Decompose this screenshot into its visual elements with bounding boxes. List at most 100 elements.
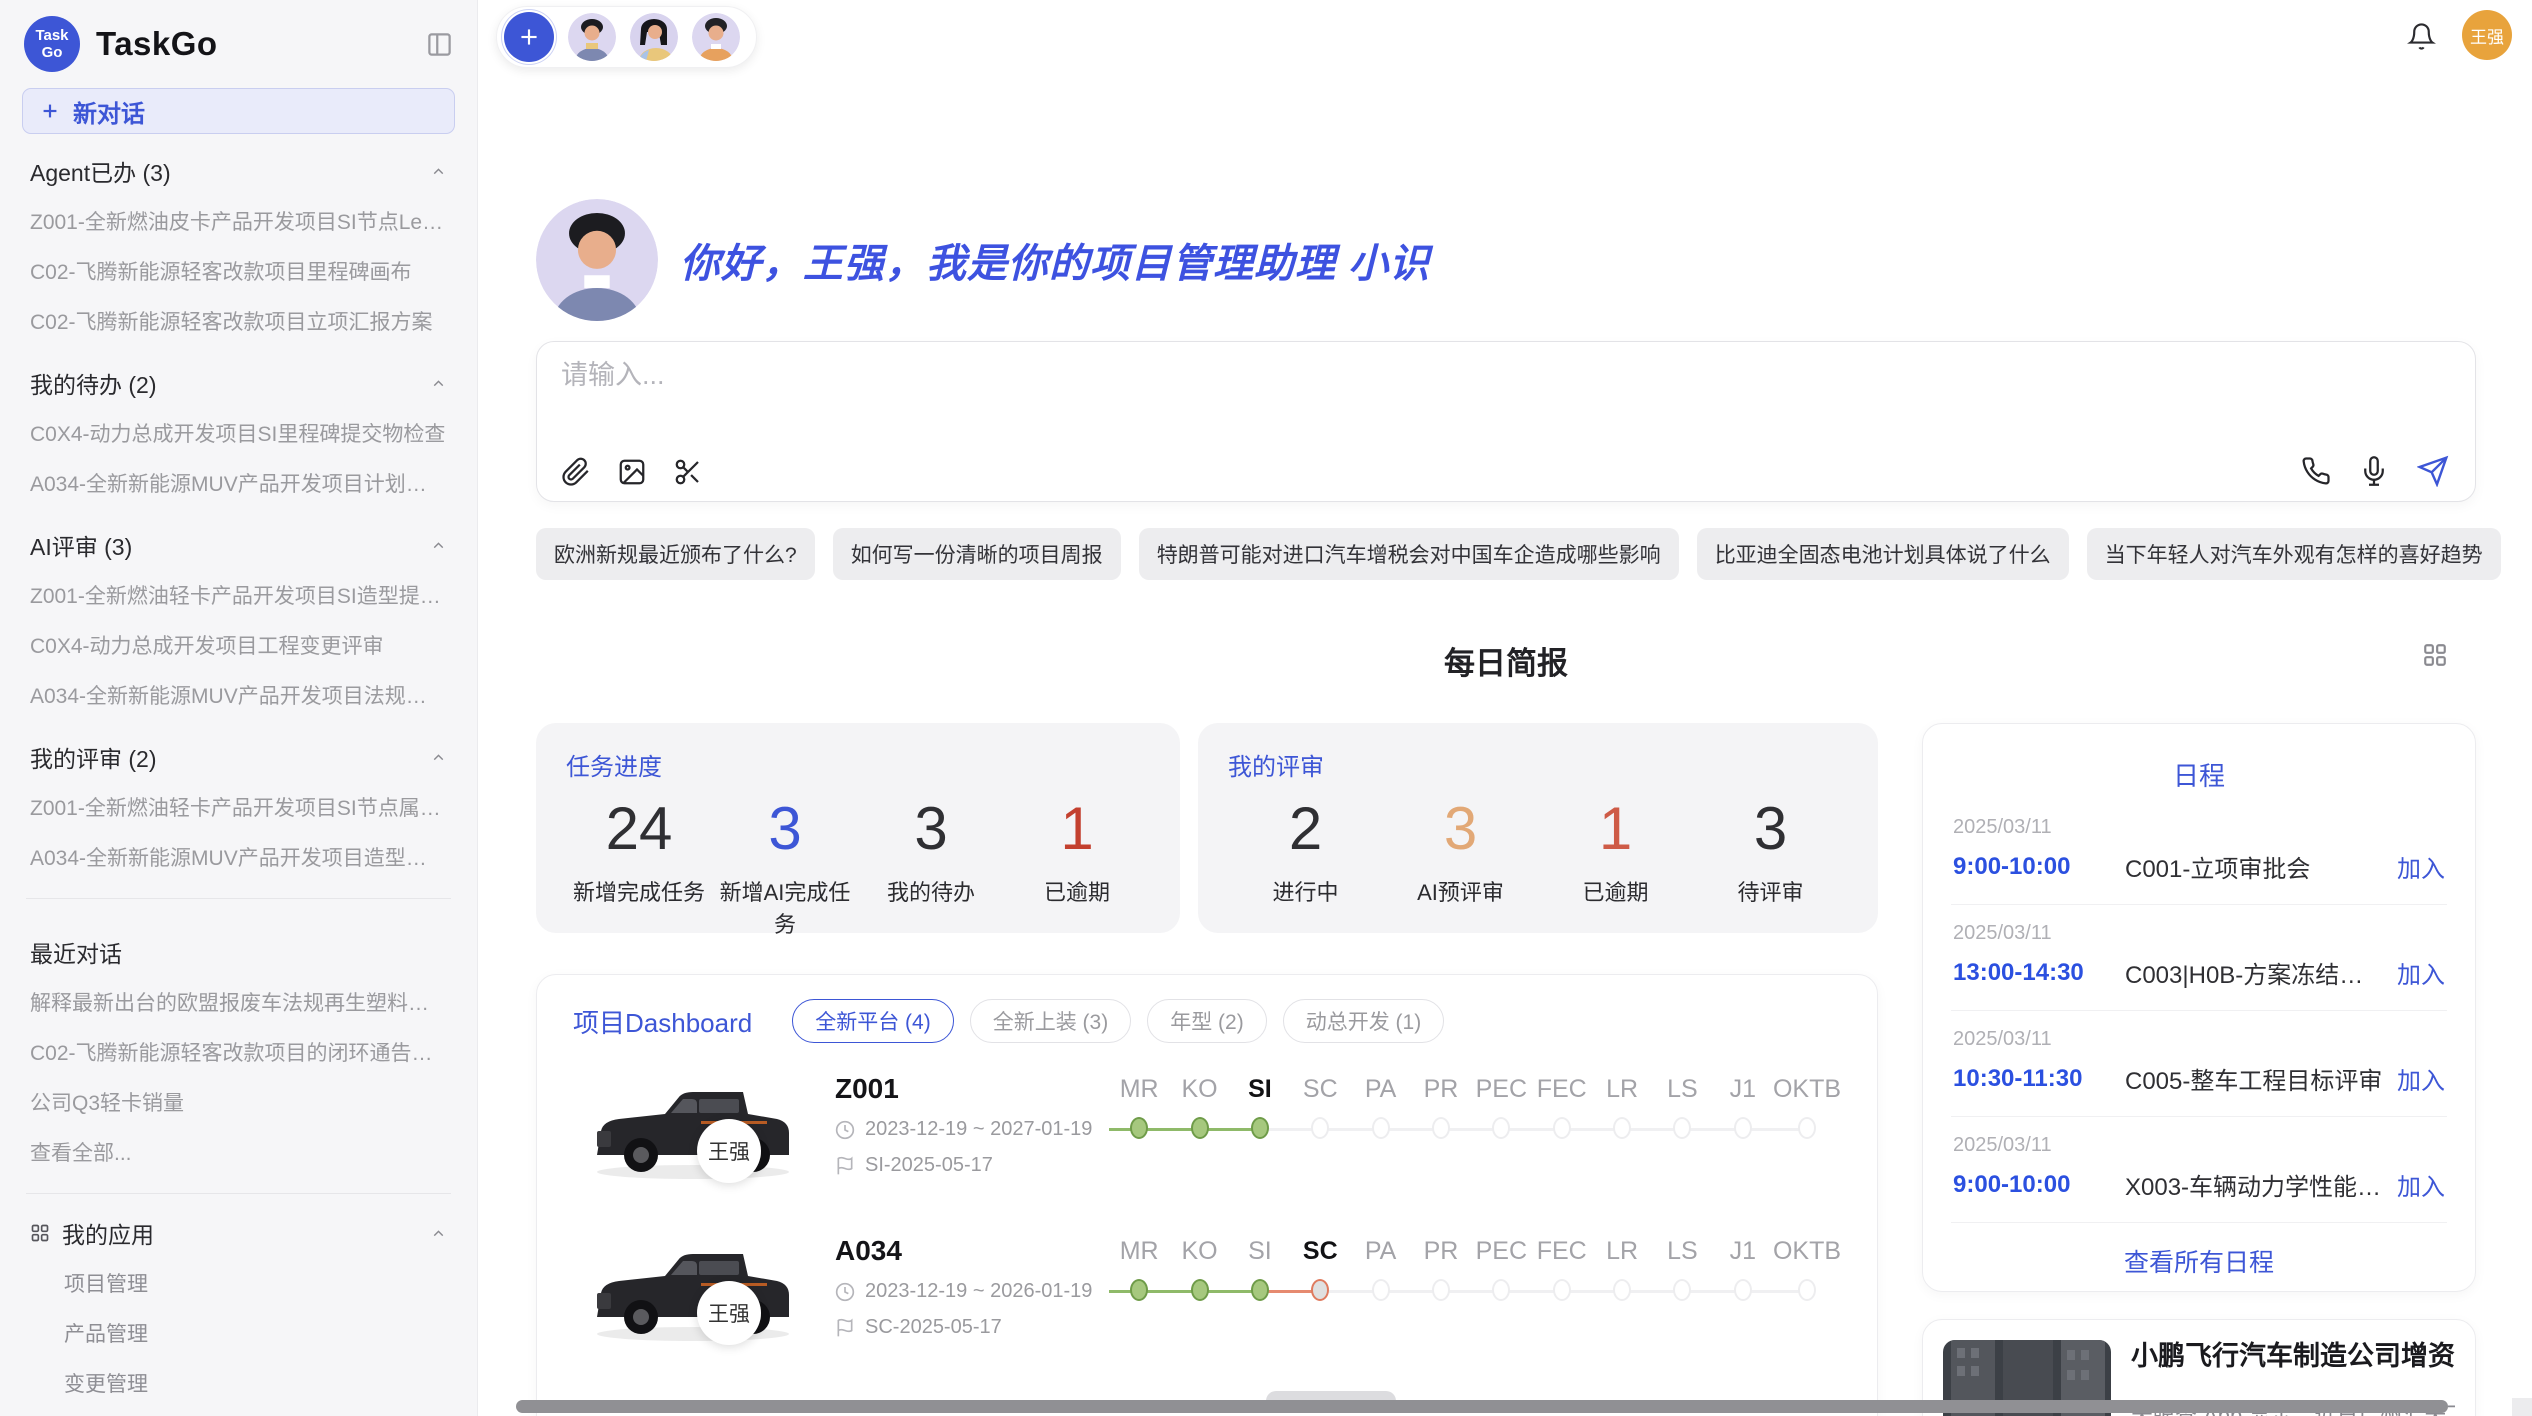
microphone-icon[interactable] bbox=[2359, 456, 2389, 486]
avatar-1[interactable] bbox=[568, 13, 616, 61]
suggestion-chip[interactable]: 特朗普可能对进口汽车增税会对中国车企造成哪些影响 bbox=[1139, 528, 1679, 580]
sidebar-item[interactable]: A034-全新新能源MUV产品开发项目造型可行性评审 bbox=[22, 832, 455, 882]
milestone-lr: LR bbox=[1592, 1233, 1652, 1353]
milestone-pr: PR bbox=[1411, 1071, 1471, 1191]
clock-icon bbox=[835, 1282, 855, 1302]
schedule-entry: 2025/03/11 13:00-14:30 C003|H0B-方案冻结评审 加… bbox=[1951, 905, 2447, 1011]
project-info: Z001 2023-12-19 ~ 2027-01-19 SI-2025-05-… bbox=[835, 1067, 1087, 1177]
schedule-event-title: X003-车辆动力学性能验... bbox=[2125, 1167, 2385, 1202]
chevron-up-icon bbox=[430, 163, 447, 180]
recent-chat-item[interactable]: 公司Q3轻卡销量 bbox=[22, 1077, 455, 1127]
section-my-apps[interactable]: 我的应用 bbox=[22, 1210, 455, 1258]
add-session-button[interactable] bbox=[504, 12, 554, 62]
layout-grid-icon[interactable] bbox=[2422, 642, 2448, 668]
avatar-3[interactable] bbox=[692, 13, 740, 61]
main-area: 王强 你好，王强，我是你的项目管理助理 小识 欧洲新规最近颁布了什 bbox=[478, 0, 2532, 1416]
stat-my-todo: 3 我的待办 bbox=[858, 788, 1004, 939]
app-item-product[interactable]: 产品管理 bbox=[22, 1308, 455, 1358]
stat-label: 新增AI完成任务 bbox=[712, 875, 858, 939]
sidebar-item[interactable]: Z001-全新燃油轻卡产品开发项目SI造型提交物评审 bbox=[22, 570, 455, 620]
milestone-dot bbox=[1432, 1117, 1450, 1139]
app-item-change[interactable]: 变更管理 bbox=[22, 1358, 455, 1408]
app-item-project[interactable]: 项目管理 bbox=[22, 1258, 455, 1308]
schedule-card: 日程 2025/03/11 9:00-10:00 C001-立项审批会 加入 2… bbox=[1922, 723, 2476, 1292]
section-ai-review[interactable]: AI评审 (3) bbox=[22, 508, 455, 570]
stat-label: AI预评审 bbox=[1383, 875, 1538, 907]
sidebar-item[interactable]: C0X4-动力总成开发项目SI里程碑提交物检查 bbox=[22, 408, 455, 458]
image-icon[interactable] bbox=[617, 457, 647, 487]
section-my-review[interactable]: 我的评审 (2) bbox=[22, 720, 455, 782]
apps-view-all[interactable]: 查看全部... bbox=[22, 1408, 455, 1416]
milestone-dot bbox=[1311, 1117, 1329, 1139]
attachment-icon[interactable] bbox=[561, 457, 591, 487]
milestone-dot bbox=[1798, 1117, 1816, 1139]
sidebar-collapse-icon[interactable] bbox=[426, 31, 453, 58]
filter-powertrain[interactable]: 动总开发 (1) bbox=[1283, 999, 1445, 1043]
join-link[interactable]: 加入 bbox=[2397, 1167, 2445, 1202]
horizontal-scrollbar[interactable] bbox=[516, 1400, 2448, 1413]
section-title: AI评审 (3) bbox=[30, 528, 132, 562]
join-link[interactable]: 加入 bbox=[2397, 849, 2445, 884]
stat-value: 3 bbox=[858, 788, 1004, 869]
composer bbox=[536, 341, 2476, 502]
section-my-todo[interactable]: 我的待办 (2) bbox=[22, 346, 455, 408]
suggestion-chip[interactable]: 如何写一份清晰的项目周报 bbox=[833, 528, 1121, 580]
clock-icon bbox=[835, 1120, 855, 1140]
schedule-time: 9:00-10:00 bbox=[1953, 853, 2125, 881]
suggestion-chip[interactable]: 当下年轻人对汽车外观有怎样的喜好趋势 bbox=[2087, 528, 2501, 580]
composer-right-icons bbox=[2301, 455, 2449, 487]
briefing-header: 每日简报 bbox=[536, 638, 2476, 683]
recent-view-all[interactable]: 查看全部... bbox=[22, 1127, 455, 1177]
schedule-title: 日程 bbox=[1951, 746, 2447, 799]
sidebar-item[interactable]: A034-全新新能源MUV产品开发项目计划变更表编写 bbox=[22, 458, 455, 508]
schedule-date: 2025/03/11 bbox=[1953, 1028, 2445, 1051]
sidebar-item[interactable]: Z001-全新燃油轻卡产品开发项目SI节点属性5D文件评审 bbox=[22, 782, 455, 832]
user-avatar[interactable]: 王强 bbox=[2462, 10, 2512, 60]
project-row-z001[interactable]: 王强 Z001 2023-12-19 ~ 2027-01-19 SI-2025-… bbox=[573, 1067, 1841, 1219]
left-column: 任务进度 24 新增完成任务 3 新增AI完成任务 3 bbox=[536, 723, 1878, 1416]
milestone-ko: KO bbox=[1169, 1233, 1229, 1353]
stat-value: 24 bbox=[566, 788, 712, 869]
plus-icon bbox=[39, 100, 61, 122]
sidebar-item[interactable]: A034-全新新能源MUV产品开发项目法规符合性评审 bbox=[22, 670, 455, 720]
new-chat-button[interactable]: 新对话 bbox=[22, 88, 455, 134]
recent-chat-item[interactable]: C02-飞腾新能源轻客改款项目的闭环通告反馈情况 bbox=[22, 1027, 455, 1077]
filter-new-body[interactable]: 全新上装 (3) bbox=[970, 999, 1132, 1043]
phone-icon[interactable] bbox=[2301, 456, 2331, 486]
milestone-sc-current-risk: SC bbox=[1290, 1233, 1350, 1353]
milestone-dot bbox=[1251, 1117, 1269, 1139]
sidebar-item[interactable]: Z001-全新燃油皮卡产品开发项目SI节点Lesson Learn报告 bbox=[22, 196, 455, 246]
milestone-oktb: OKTB bbox=[1773, 1233, 1841, 1353]
avatar-2[interactable] bbox=[630, 13, 678, 61]
sidebar-divider bbox=[26, 898, 451, 899]
milestone-fec: FEC bbox=[1532, 1071, 1592, 1191]
milestone-dot bbox=[1492, 1117, 1510, 1139]
sidebar-item[interactable]: C02-飞腾新能源轻客改款项目立项汇报方案 bbox=[22, 296, 455, 346]
milestone-sc: SC bbox=[1290, 1071, 1350, 1191]
suggestion-chip[interactable]: 欧洲新规最近颁布了什么? bbox=[536, 528, 815, 580]
scissors-icon[interactable] bbox=[673, 457, 703, 487]
composer-input[interactable] bbox=[561, 360, 1961, 391]
filter-new-platform[interactable]: 全新平台 (4) bbox=[792, 999, 954, 1043]
filter-year-model[interactable]: 年型 (2) bbox=[1147, 999, 1267, 1043]
milestone-dot bbox=[1372, 1117, 1390, 1139]
sidebar-item[interactable]: C02-飞腾新能源轻客改款项目里程碑画布 bbox=[22, 246, 455, 296]
logo-line1: Task bbox=[35, 27, 68, 44]
milestone-si: SI bbox=[1230, 1233, 1290, 1353]
notification-bell-icon[interactable] bbox=[2407, 22, 2436, 51]
section-title: 最近对话 bbox=[30, 935, 122, 969]
join-link[interactable]: 加入 bbox=[2397, 1061, 2445, 1096]
project-row-a034[interactable]: 王强 A034 2023-12-19 ~ 2026-01-19 SC-2025-… bbox=[573, 1229, 1841, 1381]
milestone-fec: FEC bbox=[1532, 1233, 1592, 1353]
stat-overdue: 1 已逾期 bbox=[1004, 788, 1150, 939]
recent-chat-item[interactable]: 解释最新出台的欧盟报废车法规再生塑料比例被调至15%... bbox=[22, 977, 455, 1027]
schedule-time: 13:00-14:30 bbox=[1953, 959, 2125, 987]
sidebar-item[interactable]: C0X4-动力总成开发项目工程变更评审 bbox=[22, 620, 455, 670]
section-agent-done[interactable]: Agent已办 (3) bbox=[22, 134, 455, 196]
send-icon[interactable] bbox=[2417, 455, 2449, 487]
suggestion-chip[interactable]: 比亚迪全固态电池计划具体说了什么 bbox=[1697, 528, 2069, 580]
view-all-schedule-link[interactable]: 查看所有日程 bbox=[1951, 1223, 2447, 1292]
join-link[interactable]: 加入 bbox=[2397, 955, 2445, 990]
milestone-j1: J1 bbox=[1713, 1071, 1773, 1191]
apps-grid-icon bbox=[30, 1223, 50, 1243]
